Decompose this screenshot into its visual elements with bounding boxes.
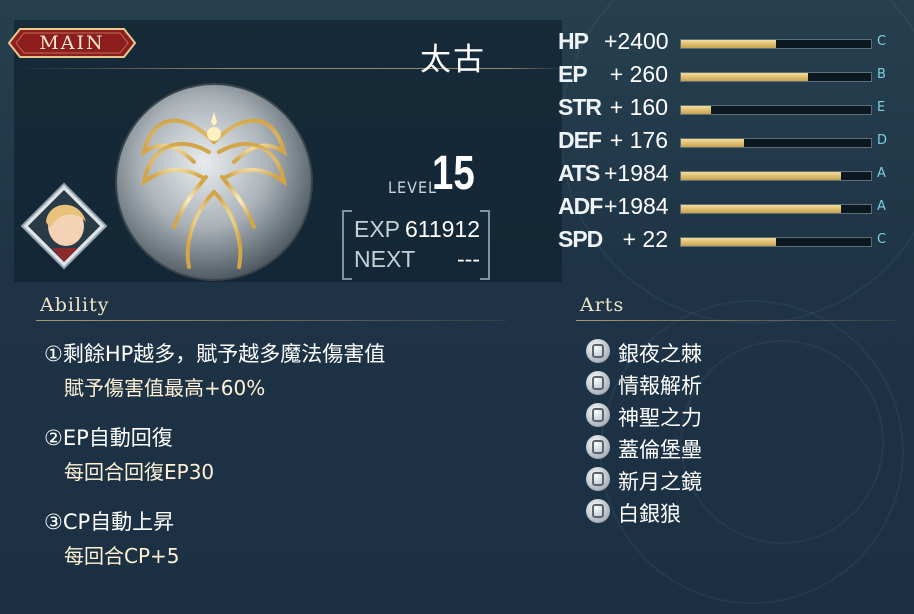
stat-name: SPD — [558, 226, 603, 252]
stat-bonus: + 176 — [609, 127, 668, 153]
stat-rank: E — [877, 100, 886, 115]
stat-bar-fill — [681, 106, 712, 114]
stat-bar-fill — [681, 139, 744, 147]
stat-bar — [680, 138, 872, 148]
stat-rank: C — [877, 232, 887, 247]
bracket-left — [342, 210, 352, 280]
art-orb-icon — [586, 435, 610, 459]
ability-header: Ability — [40, 294, 110, 316]
stat-row-def: DEF + 176 D — [558, 127, 898, 157]
next-label: NEXT — [354, 246, 416, 272]
stat-row-str: STR + 160 E — [558, 94, 898, 124]
main-tab-label: MAIN — [39, 32, 105, 54]
stat-rank: B — [877, 67, 886, 82]
ability-item: ②EP自動回復 每回合回復EP30 — [44, 422, 214, 485]
stat-row-hp: HP +2400 C — [558, 28, 898, 58]
art-orb-icon — [586, 339, 610, 363]
stat-bar — [680, 39, 872, 49]
stat-rank: D — [877, 133, 888, 148]
arts-item-label: 白銀狼 — [618, 502, 681, 526]
main-tab[interactable]: MAIN — [8, 28, 136, 58]
arts-item-label: 新月之鏡 — [618, 470, 702, 494]
ability-title: ①剩餘HP越多，賦予越多魔法傷害值 — [44, 342, 386, 366]
stat-bar — [680, 72, 872, 82]
art-orb-icon — [586, 467, 610, 491]
stat-bar — [680, 171, 872, 181]
stat-name: STR — [558, 94, 602, 120]
arts-item-label: 蓋倫堡壘 — [618, 438, 702, 462]
bracket-right — [480, 210, 490, 280]
art-orb-icon — [586, 403, 610, 427]
ability-divider — [36, 320, 506, 321]
stat-name: HP — [558, 28, 589, 54]
ability-item: ③CP自動上昇 每回合CP+5 — [44, 506, 180, 569]
stat-rank: A — [877, 199, 886, 214]
stat-bar-fill — [681, 172, 841, 180]
arts-header: Arts — [580, 294, 625, 316]
stat-bonus: +2400 — [604, 28, 669, 54]
art-orb-icon — [586, 499, 610, 523]
stat-row-adf: ADF +1984 A — [558, 193, 898, 223]
arts-item-label: 神聖之力 — [618, 406, 702, 430]
stat-rank: A — [877, 166, 886, 181]
arts-item-label: 情報解析 — [618, 374, 702, 398]
stat-name: DEF — [558, 127, 602, 153]
ability-item: ①剩餘HP越多，賦予越多魔法傷害值 賦予傷害值最高+60% — [44, 338, 385, 401]
stat-bar-fill — [681, 73, 809, 81]
ability-desc: 每回合CP+5 — [64, 544, 180, 568]
stat-name: ADF — [558, 193, 603, 219]
stat-bar — [680, 105, 872, 115]
arts-item[interactable]: 情報解析 — [586, 368, 786, 398]
stat-bonus: + 160 — [609, 94, 668, 120]
stat-bar-fill — [681, 238, 776, 246]
arts-divider — [576, 320, 896, 321]
arts-item[interactable]: 白銀狼 — [586, 496, 786, 526]
stat-bonus: +1984 — [604, 160, 669, 186]
ability-title: ③CP自動上昇 — [44, 510, 175, 534]
ability-desc: 每回合回復EP30 — [64, 460, 215, 484]
stat-bar — [680, 237, 872, 247]
arts-item[interactable]: 蓋倫堡壘 — [586, 432, 786, 462]
quartz-orb — [114, 82, 314, 282]
level-value: 15 — [432, 147, 475, 200]
arts-item[interactable]: 神聖之力 — [586, 400, 786, 430]
art-orb-icon — [586, 371, 610, 395]
ability-title: ②EP自動回復 — [44, 426, 173, 450]
stat-name: ATS — [558, 160, 600, 186]
arts-item[interactable]: 新月之鏡 — [586, 464, 786, 494]
stat-name: EP — [558, 61, 588, 87]
stat-bonus: + 22 — [622, 226, 668, 252]
stat-bar — [680, 204, 872, 214]
stat-bonus: + 260 — [609, 61, 668, 87]
stat-rank: C — [877, 34, 887, 49]
character-portrait[interactable] — [20, 182, 108, 270]
character-name: 太古 — [420, 42, 486, 78]
stat-row-spd: SPD + 22 C — [558, 226, 898, 256]
stat-row-ep: EP + 260 B — [558, 61, 898, 91]
level-label: LEVEL — [388, 178, 438, 197]
exp-label: EXP — [354, 216, 401, 242]
exp-box: EXP 611912 NEXT --- — [342, 210, 490, 280]
ability-desc: 賦予傷害值最高+60% — [64, 376, 266, 400]
stat-bonus: +1984 — [604, 193, 669, 219]
stat-bar-fill — [681, 205, 841, 213]
stat-bar-fill — [681, 40, 776, 48]
exp-value: 611912 — [404, 216, 480, 242]
next-value: --- — [457, 246, 480, 272]
arts-item[interactable]: 銀夜之棘 — [586, 336, 786, 366]
arts-item-label: 銀夜之棘 — [618, 342, 702, 366]
stat-row-ats: ATS +1984 A — [558, 160, 898, 190]
